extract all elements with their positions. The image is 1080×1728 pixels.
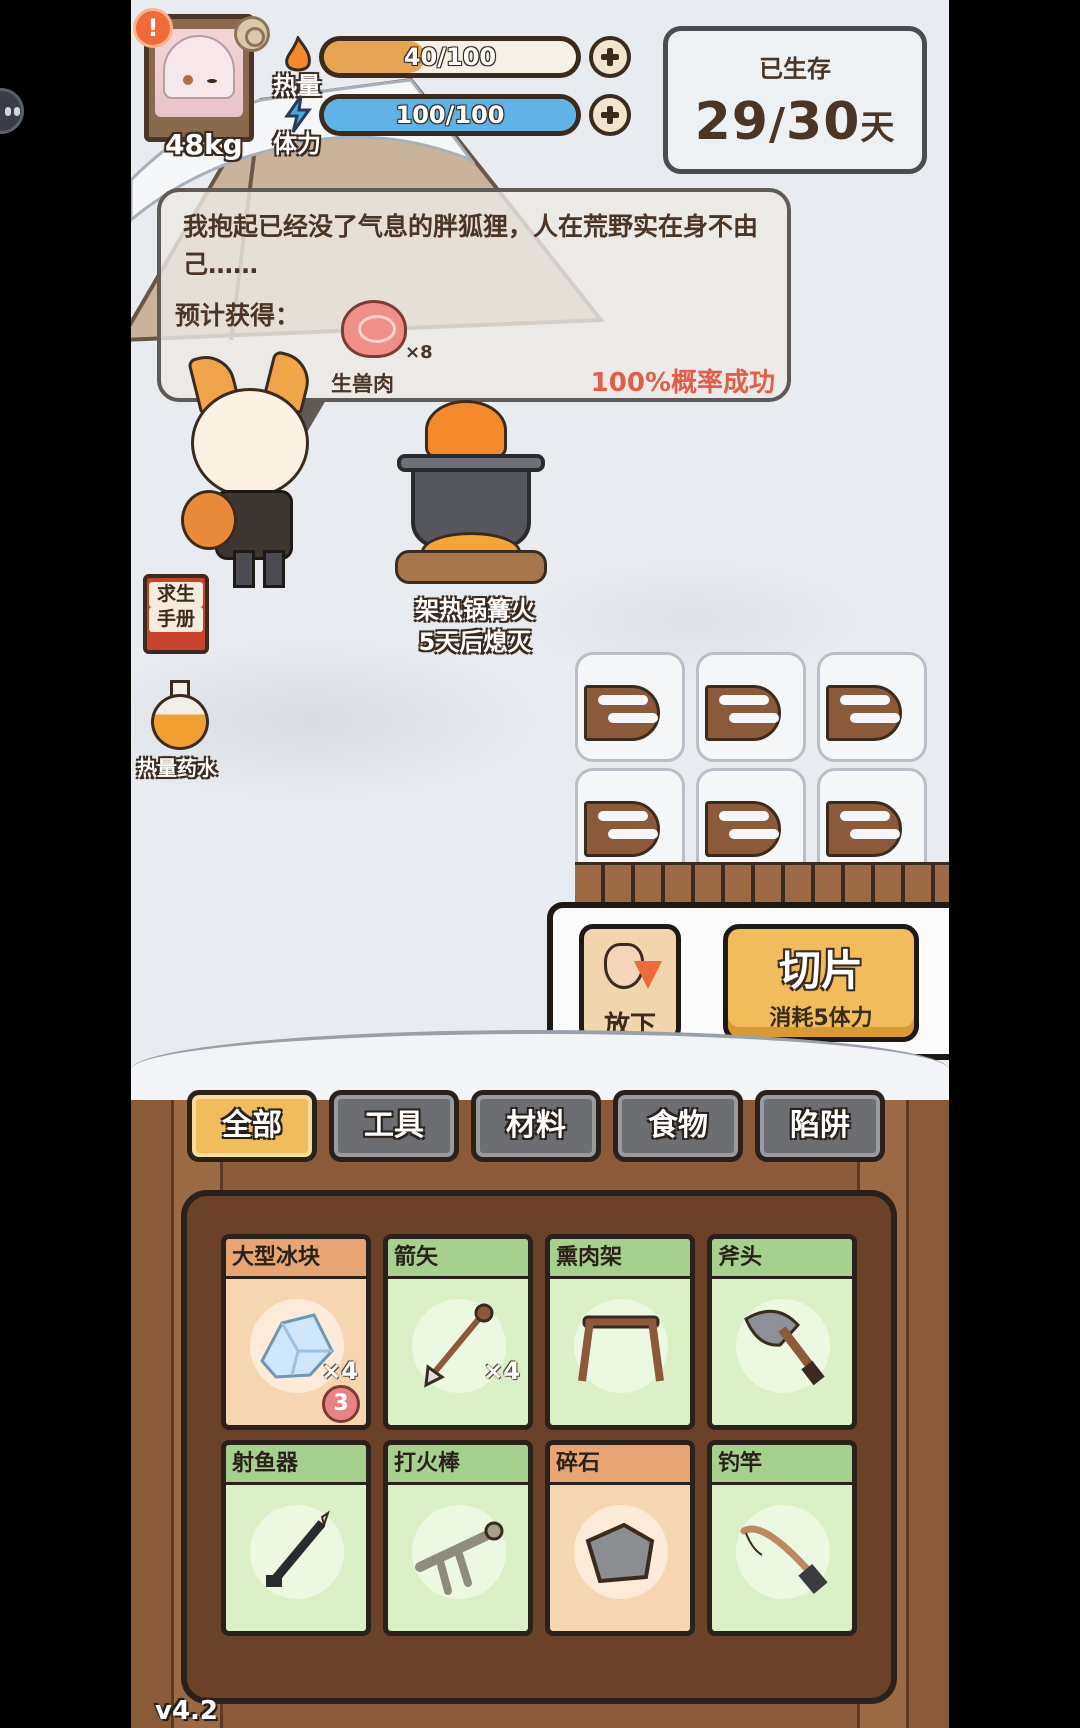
survived-separator: / xyxy=(768,99,787,150)
survived-panel: 已生存 29/30天 xyxy=(663,26,927,174)
manual-label-1: 求生 xyxy=(149,582,203,607)
inventory-panel: 大型冰块 ×4 3 箭矢 ×4 熏肉架 斧头 射鱼器 打火棒 碎石 钓竿 xyxy=(181,1190,897,1704)
survived-current: 29 xyxy=(694,92,769,152)
tab-tools[interactable]: 工具 xyxy=(329,1090,459,1162)
item-count: ×4 xyxy=(483,1357,520,1385)
item-name: 碎石 xyxy=(550,1445,690,1485)
survived-total: 30 xyxy=(786,92,861,152)
item-name: 斧头 xyxy=(712,1239,852,1279)
manual-label-2: 手册 xyxy=(149,607,203,632)
item-name: 大型冰块 xyxy=(226,1239,366,1279)
weight-value: 48kg xyxy=(165,128,243,161)
item-name: 熏肉架 xyxy=(550,1239,690,1279)
add-heat-button[interactable] xyxy=(589,36,631,78)
item-name: 箭矢 xyxy=(388,1239,528,1279)
drop-hand-icon xyxy=(600,939,662,997)
potion-icon xyxy=(151,694,209,750)
slice-cost: 消耗5体力 xyxy=(769,1006,873,1031)
stamina-label: 体力 xyxy=(273,130,321,158)
tab-traps[interactable]: 陷阱 xyxy=(755,1090,885,1162)
alert-icon[interactable]: ! xyxy=(133,8,173,48)
slice-label: 切片 xyxy=(778,946,863,995)
heat-potion-label: 热量药水 xyxy=(137,756,217,780)
heat-bar: 40/100 xyxy=(319,36,581,78)
fence xyxy=(575,862,949,902)
survived-unit: 天 xyxy=(860,108,896,148)
add-stamina-button[interactable] xyxy=(589,94,631,136)
item-name: 钓竿 xyxy=(712,1445,852,1485)
rock-icon xyxy=(585,1522,655,1584)
campfire-label: 架热锅篝火 5天后熄灭 xyxy=(375,594,575,658)
item-count: ×4 xyxy=(321,1357,358,1385)
game-viewport: ! 48kg 热量 40/100 体力 100/100 已生存 29/30天 我… xyxy=(131,0,949,1728)
fox-icon xyxy=(181,490,237,550)
survived-days: 29/30天 xyxy=(668,92,922,152)
gear-icon[interactable] xyxy=(234,16,270,52)
inventory-item-axe[interactable]: 斧头 xyxy=(707,1234,857,1430)
heat-potion-button[interactable] xyxy=(149,680,211,750)
campfire-name: 架热锅篝火 xyxy=(415,596,535,624)
fire-starter-icon xyxy=(415,1521,504,1595)
drop-button[interactable]: 放下 xyxy=(579,924,681,1042)
expect-label: 预计获得： xyxy=(175,301,301,330)
inventory-item-ice-block[interactable]: 大型冰块 ×4 3 xyxy=(221,1234,371,1430)
inventory-grid: 大型冰块 ×4 3 箭矢 ×4 熏肉架 斧头 射鱼器 打火棒 碎石 钓竿 xyxy=(221,1234,865,1636)
fish-spear-icon xyxy=(266,1510,330,1587)
player-character[interactable] xyxy=(171,349,341,590)
reward-count: ×8 xyxy=(405,342,433,363)
inventory-item-fire-starter[interactable]: 打火棒 xyxy=(383,1440,533,1636)
flame-icon xyxy=(425,400,507,460)
smoking-rack-icon xyxy=(578,1315,664,1382)
logs-icon xyxy=(395,550,547,584)
axe-icon xyxy=(744,1309,825,1386)
inventory-item-smoking-rack[interactable]: 熏肉架 xyxy=(545,1234,695,1430)
dialog-message: 我抱起已经没了气息的胖狐狸，人在荒野实在身不由己…… xyxy=(183,212,759,279)
campfire-timer: 5天后熄灭 xyxy=(418,628,532,656)
stamina-value: 100/100 xyxy=(395,101,505,129)
inventory-tabs: 全部 工具 材料 食物 陷阱 xyxy=(187,1090,893,1162)
raw-meat-icon xyxy=(341,300,407,358)
snow-plot[interactable] xyxy=(817,652,927,762)
tab-food[interactable]: 食物 xyxy=(613,1090,743,1162)
inventory-item-fishing-rod[interactable]: 钓竿 xyxy=(707,1440,857,1636)
snow-plot[interactable] xyxy=(575,652,685,762)
tab-all[interactable]: 全部 xyxy=(187,1090,317,1162)
survived-label: 已生存 xyxy=(759,55,831,83)
side-menu-handle[interactable] xyxy=(0,88,24,134)
snow-plot[interactable] xyxy=(696,652,806,762)
heat-value: 40/100 xyxy=(403,43,497,71)
tab-materials[interactable]: 材料 xyxy=(471,1090,601,1162)
inventory-item-arrow[interactable]: 箭矢 ×4 xyxy=(383,1234,533,1430)
item-name: 射鱼器 xyxy=(226,1445,366,1485)
success-rate: 100%概率成功 xyxy=(590,368,775,398)
fishing-rod-icon xyxy=(740,1525,828,1594)
stamina-bar: 100/100 xyxy=(319,94,581,136)
survival-manual-button[interactable]: 求生 手册 xyxy=(143,574,209,654)
inventory-item-rock[interactable]: 碎石 xyxy=(545,1440,695,1636)
slice-button[interactable]: 切片 消耗5体力 xyxy=(723,924,919,1042)
inventory-item-fish-spear[interactable]: 射鱼器 xyxy=(221,1440,371,1636)
item-badge: 3 xyxy=(322,1385,360,1423)
avatar-portrait xyxy=(155,29,243,117)
item-name: 打火棒 xyxy=(388,1445,528,1485)
version-label: v4.2 xyxy=(155,1696,219,1726)
campfire[interactable] xyxy=(391,400,551,600)
